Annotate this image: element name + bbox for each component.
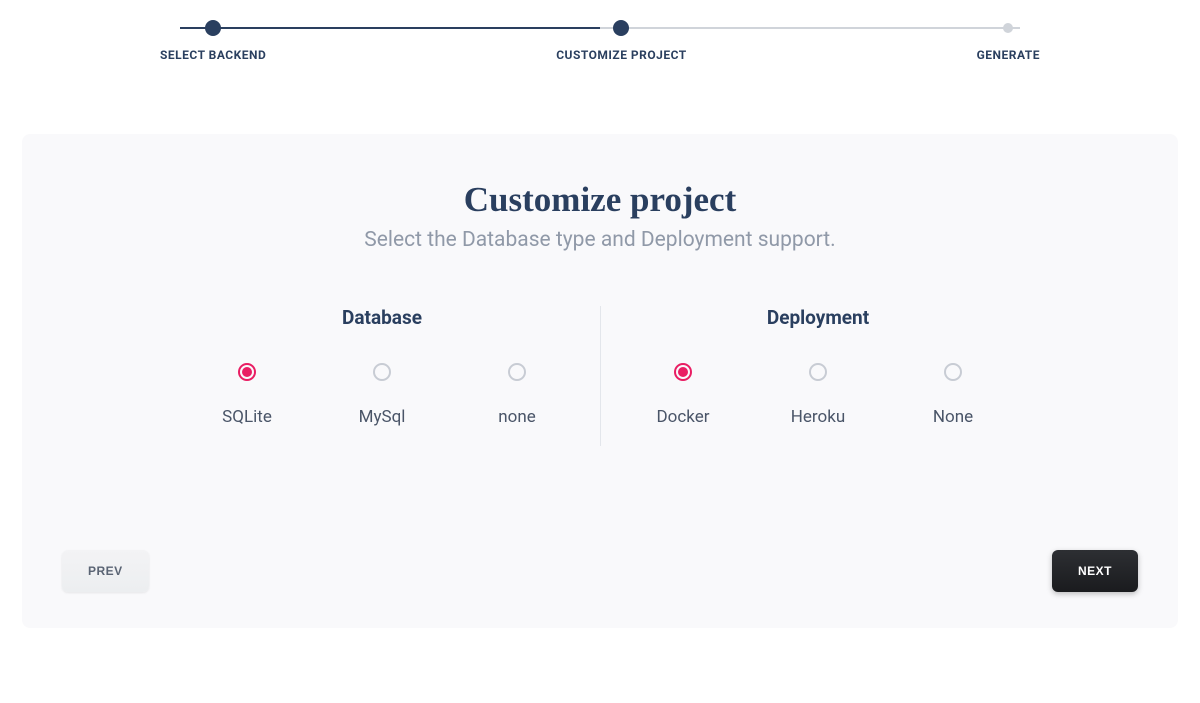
radio-icon [674, 363, 692, 381]
radio-icon [373, 363, 391, 381]
stepper-step-customize-project[interactable]: CUSTOMIZE PROJECT [556, 20, 687, 62]
database-group: Database SQLite MySql none [165, 306, 600, 427]
radio-icon [809, 363, 827, 381]
option-label: None [933, 407, 973, 427]
option-label: none [498, 407, 536, 427]
database-option-sqlite[interactable]: SQLite [197, 363, 297, 427]
option-label: Docker [657, 407, 710, 427]
stepper-step-label: CUSTOMIZE PROJECT [556, 48, 687, 62]
customize-card: Customize project Select the Database ty… [22, 134, 1178, 628]
card-header: Customize project Select the Database ty… [62, 180, 1138, 252]
deployment-option-docker[interactable]: Docker [633, 363, 733, 427]
stepper-dot-icon [1003, 23, 1013, 33]
radio-icon [238, 363, 256, 381]
database-option-none[interactable]: none [467, 363, 567, 427]
prev-button[interactable]: PREV [62, 550, 149, 592]
wizard-stepper: SELECT BACKEND CUSTOMIZE PROJECT GENERAT… [160, 20, 1040, 62]
deployment-option-heroku[interactable]: Heroku [768, 363, 868, 427]
stepper-step-select-backend[interactable]: SELECT BACKEND [160, 20, 266, 62]
next-button[interactable]: NEXT [1052, 550, 1138, 592]
option-label: Heroku [791, 407, 845, 427]
card-footer: PREV NEXT [62, 470, 1138, 592]
option-label: SQLite [222, 407, 272, 427]
deployment-group: Deployment Docker Heroku None [601, 306, 1036, 427]
stepper-step-label: GENERATE [977, 48, 1040, 62]
stepper-step-label: SELECT BACKEND [160, 48, 266, 62]
stepper-dot-icon [205, 20, 221, 36]
page-title: Customize project [62, 180, 1138, 220]
deployment-group-title: Deployment [621, 306, 1016, 329]
database-option-mysql[interactable]: MySql [332, 363, 432, 427]
deployment-option-none[interactable]: None [903, 363, 1003, 427]
options-row: Database SQLite MySql none [62, 306, 1138, 446]
stepper-dot-icon [613, 20, 629, 36]
database-group-title: Database [185, 306, 580, 329]
option-label: MySql [359, 407, 406, 427]
radio-icon [508, 363, 526, 381]
page-subtitle: Select the Database type and Deployment … [62, 228, 1138, 252]
radio-icon [944, 363, 962, 381]
stepper-step-generate[interactable]: GENERATE [977, 20, 1040, 62]
